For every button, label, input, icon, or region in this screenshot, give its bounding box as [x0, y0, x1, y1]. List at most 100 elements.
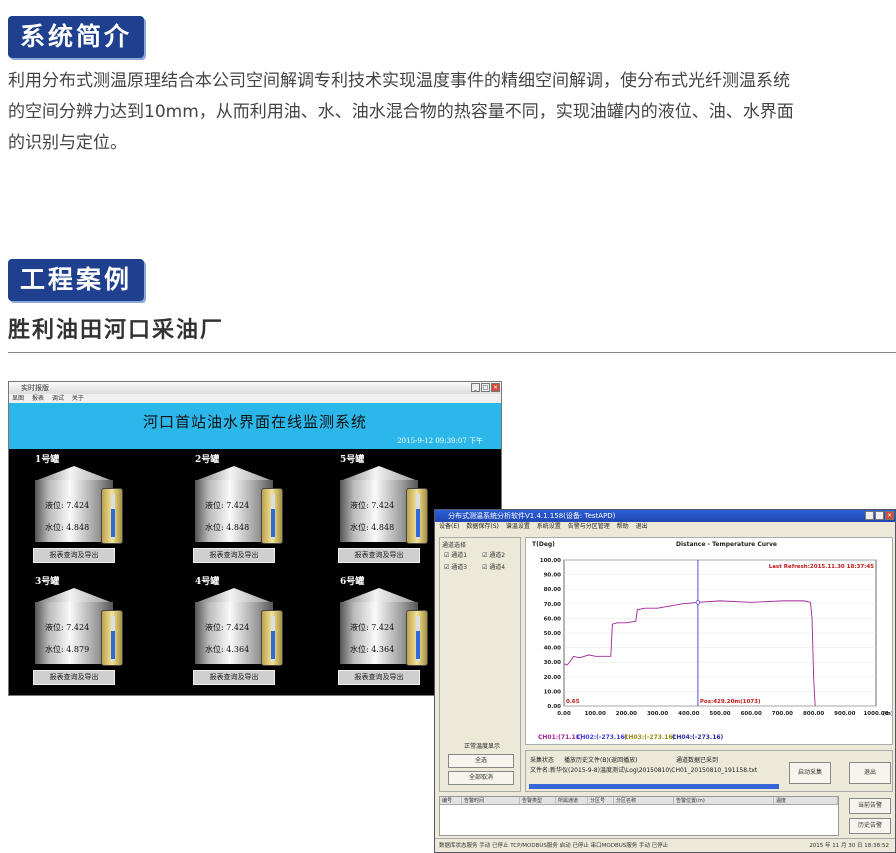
x-tick-label: 600.00: [741, 711, 762, 717]
alarm-table-header: 编号 告警时间 告警类型 所属通道 分区号 分区名称 告警位置(m) 温度: [440, 797, 838, 805]
tank-water: 水位: 4.364: [205, 645, 250, 654]
history-alarm-button[interactable]: 历史告警: [849, 818, 891, 834]
service-status: 数据库状态服务 手动 已停止 TCP/MODBUS服务 启动 已停止 串口MOD…: [439, 843, 669, 849]
table-header-cell[interactable]: 温度: [774, 797, 838, 804]
level-gauge-icon: [101, 610, 123, 666]
x-tick-label: 700.00: [772, 711, 793, 717]
maximize-icon[interactable]: □: [481, 383, 490, 392]
cursor-position-label: Pos:429.20m(1073): [700, 699, 761, 705]
status-bar: 数据库状态服务 手动 已停止 TCP/MODBUS服务 启动 已停止 串口MOD…: [435, 838, 895, 852]
tank-silo-icon: 液位: 7.424 水位: 4.848: [340, 466, 428, 544]
table-header-cell[interactable]: 告警类型: [520, 797, 556, 804]
monitor-window: 实时报版 _ □ × 显图 报表 调试 关于 河口首站油水界面在线监测系统 20…: [8, 381, 502, 696]
report-export-button[interactable]: 报表查询及导出: [193, 670, 275, 685]
report-export-button[interactable]: 报表查询及导出: [338, 670, 420, 685]
channel-readout: CH03:(-273.16): [624, 734, 676, 741]
tank-water: 水位: 4.848: [350, 523, 395, 532]
menu-item[interactable]: 关于: [72, 395, 84, 402]
deselect-all-button[interactable]: 全部取消: [448, 771, 514, 785]
tank-water: 水位: 4.848: [45, 523, 90, 532]
tank-level: 液位: 7.424: [205, 501, 250, 510]
table-header-cell[interactable]: 分区号: [588, 797, 614, 804]
tank-water: 水位: 4.879: [45, 645, 90, 654]
select-all-button[interactable]: 全选: [448, 754, 514, 768]
report-export-button[interactable]: 报表查询及导出: [33, 670, 115, 685]
last-refresh-label: Last Refresh:2015.11.30 18:37:45: [769, 564, 874, 570]
channel-checkbox[interactable]: 通道2: [482, 550, 505, 559]
x-tick-label: 0.00: [557, 711, 571, 717]
y-tick-label: 60.00: [544, 616, 562, 622]
exit-button[interactable]: 退出: [849, 762, 891, 784]
level-gauge-icon: [406, 610, 428, 666]
x-tick-label: 200.00: [616, 711, 637, 717]
tank-silo-icon: 液位: 7.424 水位: 4.879: [35, 588, 123, 666]
corner-value-label: 0.65: [566, 699, 580, 705]
menu-item[interactable]: 设备(E): [439, 523, 459, 530]
analysis-window: 分布式测温系统分析软件V1.4.1.158(设备: TestAPD) _ □ ×…: [434, 509, 896, 853]
level-gauge-icon: [261, 610, 283, 666]
menu-item[interactable]: 调试: [52, 395, 64, 402]
menu-item[interactable]: 告警与分区管理: [568, 523, 610, 530]
analysis-menu-bar: 设备(E) 数据保存(S) 谱温设置 系统设置 告警与分区管理 帮助 退出: [435, 522, 895, 532]
file-label: 文件名:新华仪(2015-9-8)温度测试\Log\20150810\CH01_…: [530, 767, 758, 774]
table-header-cell[interactable]: 告警时间: [462, 797, 520, 804]
tank-silo-icon: 液位: 7.424 水位: 4.364: [195, 588, 283, 666]
y-tick-label: 70.00: [544, 602, 562, 608]
report-export-button[interactable]: 报表查询及导出: [33, 548, 115, 563]
menu-item[interactable]: 显图: [12, 395, 24, 402]
table-header-cell[interactable]: 告警位置(m): [674, 797, 774, 804]
menu-item[interactable]: 数据保存(S): [466, 523, 499, 530]
tank-card: 4号罐 液位: 7.424 水位: 4.364 报表查询及导出: [169, 574, 299, 692]
tank-name: 1号罐: [35, 455, 60, 465]
y-tick-label: 30.00: [544, 660, 562, 666]
chart[interactable]: 0.00 10.00 20.00 30.00 40.00 50.00 60.00 70.00 8…: [526, 538, 892, 744]
intro-paragraph: 利用分布式测温原理结合本公司空间解调专利技术实现温度事件的精细空间解调，使分布式…: [8, 71, 794, 153]
status-label: 播放历史文件(B)(返回播放): [564, 757, 638, 764]
y-tick-label: 90.00: [544, 573, 562, 579]
table-header-cell[interactable]: 分区名称: [614, 797, 674, 804]
channel-checkbox[interactable]: 通道4: [482, 562, 505, 571]
tank-level: 液位: 7.424: [45, 623, 90, 632]
monitor-datetime: 2015-9-12 09:39:07 下午: [397, 437, 483, 445]
divider: [8, 352, 896, 353]
channel-readout: CH04:(-273.16): [672, 734, 724, 741]
tank-silo-icon: 液位: 7.424 水位: 4.848: [35, 466, 123, 544]
table-header-cell[interactable]: 所属通道: [556, 797, 588, 804]
channel-checkbox[interactable]: 通道1: [444, 550, 467, 559]
y-tick-label: 20.00: [544, 675, 562, 681]
x-tick-label: 800.00: [803, 711, 824, 717]
channel-checkbox[interactable]: 通道3: [444, 562, 467, 571]
alarm-table: 编号 告警时间 告警类型 所属通道 分区号 分区名称 告警位置(m) 温度: [439, 796, 839, 836]
x-tick-label: 900.00: [834, 711, 855, 717]
monitor-menu-bar: 显图 报表 调试 关于: [9, 394, 501, 403]
start-collect-button[interactable]: 启动采集: [789, 762, 831, 784]
report-export-button[interactable]: 报表查询及导出: [193, 548, 275, 563]
tank-card: 1号罐 液位: 7.424 水位: 4.848 报表查询及导出: [9, 452, 139, 570]
menu-item[interactable]: 谱温设置: [506, 523, 530, 530]
monitor-title-bar: 实时报版 _ □ ×: [9, 382, 501, 394]
tank-card: 5号罐 液位: 7.424 水位: 4.848 报表查询及导出: [314, 452, 444, 570]
close-icon[interactable]: ×: [885, 511, 894, 520]
tank-card: 2号罐 液位: 7.424 水位: 4.848 报表查询及导出: [169, 452, 299, 570]
intro-badge: 系统简介: [8, 16, 145, 58]
status-label: 采集状态: [530, 757, 555, 764]
close-icon[interactable]: ×: [491, 383, 500, 392]
maximize-icon[interactable]: □: [875, 511, 884, 520]
current-alarm-button[interactable]: 当前告警: [849, 798, 891, 814]
menu-item[interactable]: 报表: [32, 395, 44, 402]
x-tick-label: 100.00: [585, 711, 606, 717]
tank-name: 6号罐: [340, 577, 365, 587]
tank-name: 3号罐: [35, 577, 60, 587]
tank-silo-icon: 液位: 7.424 水位: 4.364: [340, 588, 428, 666]
cases-badge: 工程案例: [8, 259, 145, 301]
report-export-button[interactable]: 报表查询及导出: [338, 548, 420, 563]
menu-item[interactable]: 系统设置: [537, 523, 561, 530]
case-subtitle: 胜利油田河口采油厂: [8, 318, 225, 343]
menu-item[interactable]: 帮助: [617, 523, 629, 530]
minimize-icon[interactable]: _: [471, 383, 480, 392]
menu-item[interactable]: 退出: [636, 523, 648, 530]
tank-card: 3号罐液位: 7.424 水位: 4.879 报表查询及导出: [9, 574, 139, 692]
minimize-icon[interactable]: _: [865, 511, 874, 520]
tank-name: 4号罐: [195, 577, 220, 587]
table-header-cell[interactable]: 编号: [440, 797, 462, 804]
